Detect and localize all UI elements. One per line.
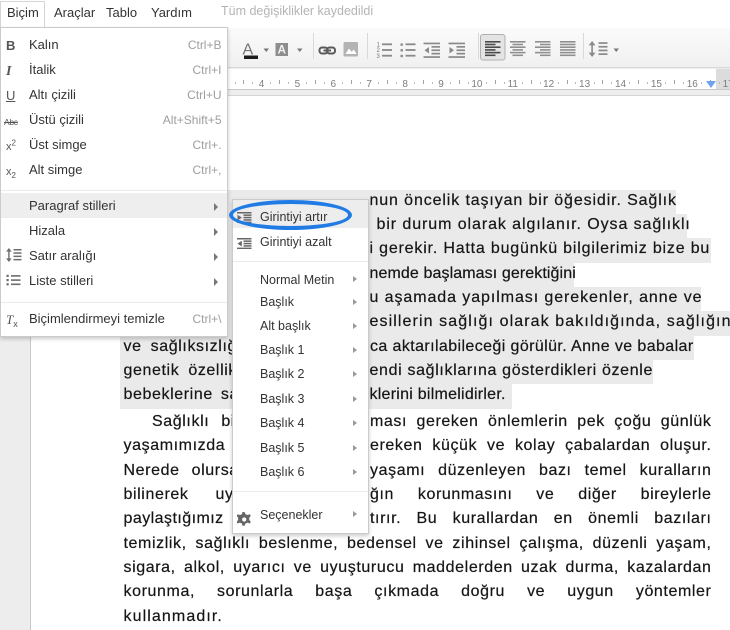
svg-text:3: 3 [377, 54, 381, 60]
svg-text:A: A [278, 44, 286, 56]
